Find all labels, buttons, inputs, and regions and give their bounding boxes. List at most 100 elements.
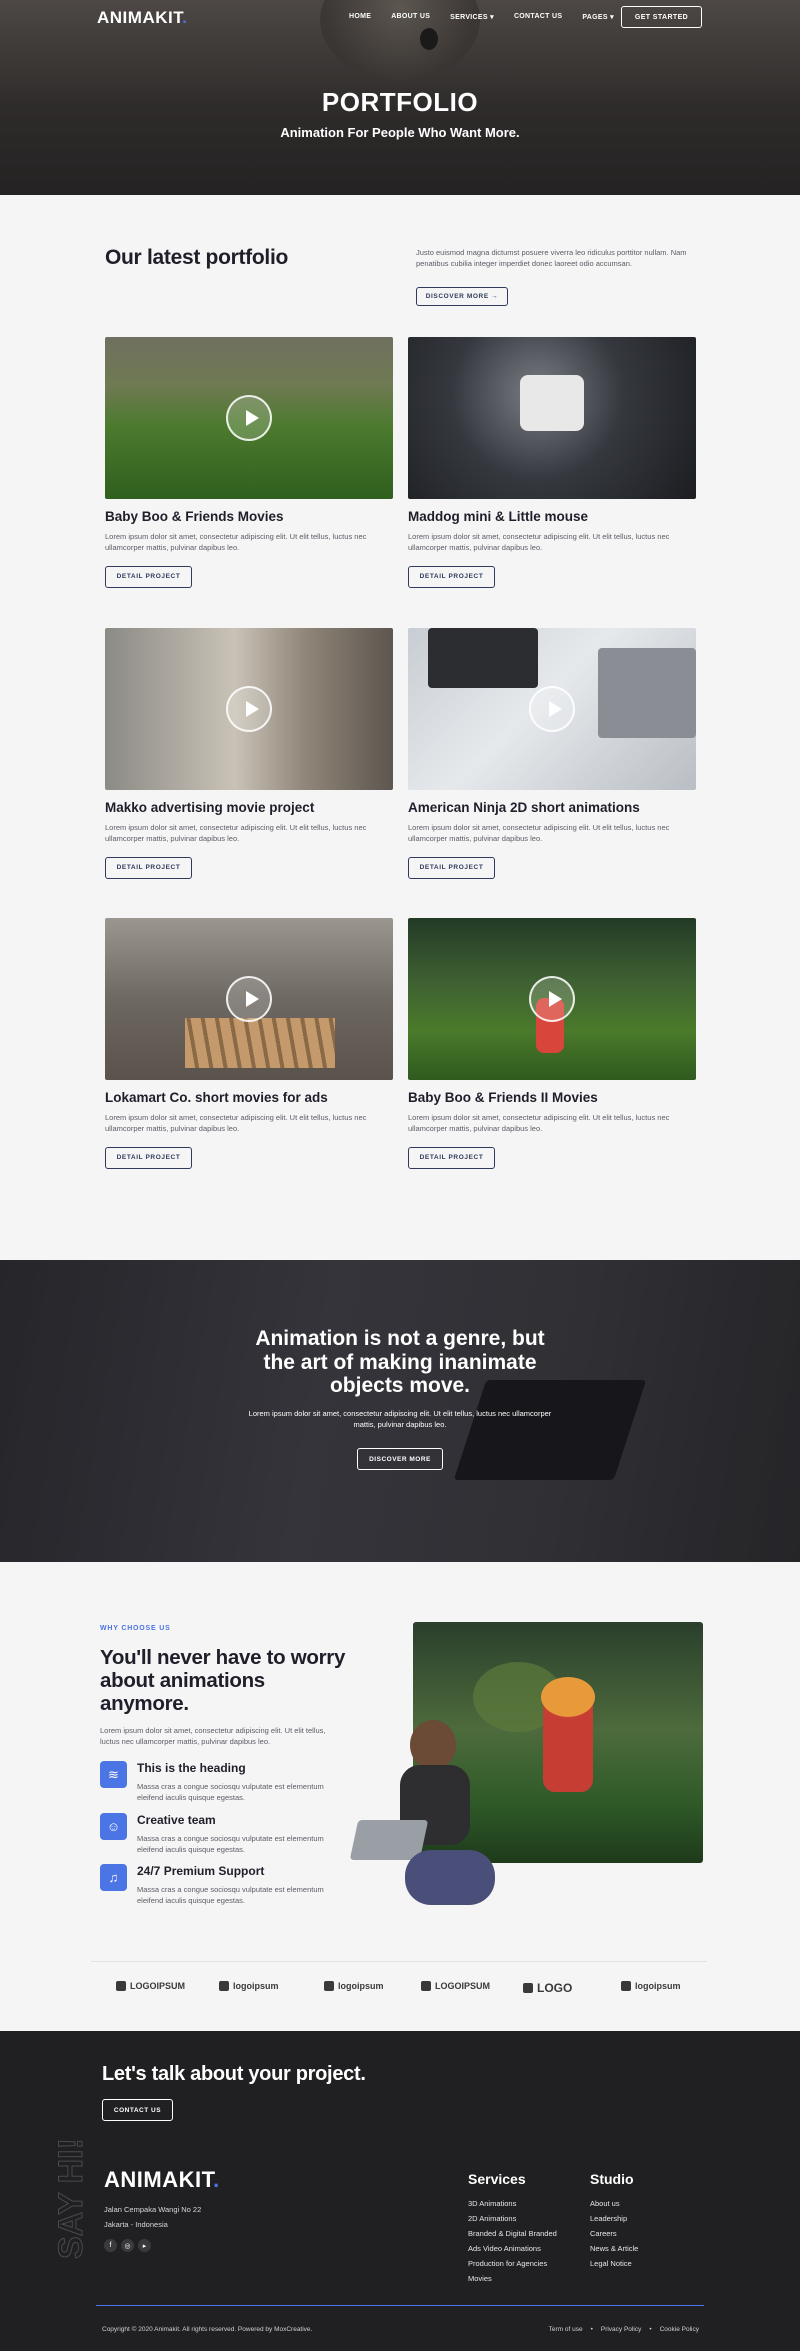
- footer-link[interactable]: Careers: [590, 2226, 638, 2241]
- portfolio-title[interactable]: Maddog mini & Little mouse: [408, 509, 696, 524]
- contact-us-button[interactable]: CONTACT US: [102, 2099, 173, 2121]
- team-icon: ☺: [100, 1813, 127, 1840]
- portfolio-image[interactable]: [105, 918, 393, 1080]
- play-icon[interactable]: [226, 976, 272, 1022]
- footer-logo[interactable]: ANIMAKIT.: [104, 2167, 220, 2193]
- services-heading: Services: [468, 2171, 526, 2187]
- footer-link[interactable]: 2D Animations: [468, 2211, 557, 2226]
- client-logo: LOGO: [523, 1981, 572, 1995]
- logo-mark-icon: [116, 1981, 126, 1991]
- detail-project-button[interactable]: DETAIL PROJECT: [408, 565, 495, 588]
- footer-link[interactable]: Branded & Digital Branded: [468, 2226, 557, 2241]
- portfolio-image[interactable]: [408, 918, 696, 1080]
- feature-title: Creative team: [137, 1813, 216, 1827]
- logo-mark-icon: [621, 1981, 631, 1991]
- logo-mark-icon: [421, 1981, 431, 1991]
- client-logos: LOGOIPSUM logoipsum logoipsum LOGOIPSUM …: [91, 1961, 707, 2021]
- portfolio-card: Maddog mini & Little mouse Lorem ipsum d…: [408, 337, 696, 588]
- portfolio-desc: Lorem ipsum dolor sit amet, consectetur …: [105, 532, 367, 553]
- feature-title: 24/7 Premium Support: [137, 1864, 265, 1878]
- detail-project-button[interactable]: DETAIL PROJECT: [408, 856, 495, 879]
- feature-desc: Massa cras a congue sociosqu vulputate e…: [137, 1885, 324, 1906]
- cta-heading: Let's talk about your project.: [102, 2063, 366, 2085]
- character-illustration: [349, 1710, 500, 1915]
- footer-link[interactable]: Leadership: [590, 2211, 638, 2226]
- footer-link[interactable]: About us: [590, 2196, 638, 2211]
- portfolio-image[interactable]: [105, 337, 393, 499]
- client-logo: logoipsum: [219, 1981, 279, 1991]
- portfolio-card: American Ninja 2D short animations Lorem…: [408, 628, 696, 879]
- portfolio-title[interactable]: Baby Boo & Friends Movies: [105, 509, 393, 524]
- copyright: Copyright © 2020 Animakit. All rights re…: [102, 2326, 313, 2333]
- portfolio-desc: Lorem ipsum dolor sit amet, consectetur …: [408, 532, 670, 553]
- arrow-right-icon: →: [491, 293, 499, 300]
- terms-link[interactable]: Term of use: [549, 2326, 583, 2333]
- portfolio-desc: Lorem ipsum dolor sit amet, consectetur …: [105, 1113, 367, 1134]
- services-links: 3D Animations 2D Animations Branded & Di…: [468, 2196, 557, 2286]
- portfolio-title[interactable]: Makko advertising movie project: [105, 800, 393, 815]
- footer-link[interactable]: Movies: [468, 2271, 557, 2286]
- logo-mark-icon: [324, 1981, 334, 1991]
- footer-link[interactable]: Legal Notice: [590, 2256, 638, 2271]
- play-icon[interactable]: [529, 686, 575, 732]
- brand-logo[interactable]: ANIMAKIT.: [97, 8, 187, 28]
- nav-services[interactable]: SERVICES ▾: [450, 13, 494, 21]
- portfolio-image[interactable]: [408, 337, 696, 499]
- discover-more-button[interactable]: DISCOVER MORE →: [416, 287, 508, 306]
- client-logo: LOGOIPSUM: [116, 1981, 185, 1991]
- facebook-icon[interactable]: f: [104, 2239, 117, 2252]
- say-hi-text: SAY HI!: [52, 2138, 90, 2259]
- portfolio-heading: Our latest portfolio: [105, 246, 289, 269]
- get-started-button[interactable]: GET STARTED: [621, 6, 702, 28]
- portfolio-image[interactable]: [105, 628, 393, 790]
- instagram-icon[interactable]: ◎: [121, 2239, 134, 2252]
- chevron-down-icon: ▾: [610, 14, 614, 21]
- page-title: PORTFOLIO: [321, 87, 479, 117]
- nav-about[interactable]: ABOUT US: [391, 13, 430, 21]
- nav-pages[interactable]: PAGES ▾: [582, 13, 614, 21]
- studio-links: About us Leadership Careers News & Artic…: [590, 2196, 638, 2271]
- footer-link[interactable]: 3D Animations: [468, 2196, 557, 2211]
- play-icon[interactable]: [226, 395, 272, 441]
- address-line: Jakarta - Indonesia: [104, 2220, 168, 2229]
- footer-link[interactable]: News & Article: [590, 2241, 638, 2256]
- portfolio-card: Baby Boo & Friends Movies Lorem ipsum do…: [105, 337, 393, 588]
- footer: SAY HI! Let's talk about your project. C…: [0, 2031, 800, 2351]
- why-desc: Lorem ipsum dolor sit amet, consectetur …: [100, 1726, 326, 1747]
- footer-link[interactable]: Production for Agencies: [468, 2256, 557, 2271]
- portfolio-title[interactable]: Baby Boo & Friends II Movies: [408, 1090, 696, 1105]
- portfolio-desc: Lorem ipsum dolor sit amet, consectetur …: [408, 1113, 670, 1134]
- nav-contact[interactable]: CONTACT US: [514, 13, 562, 21]
- client-logo: logoipsum: [324, 1981, 384, 1991]
- portfolio-title[interactable]: Lokamart Co. short movies for ads: [105, 1090, 393, 1105]
- privacy-link[interactable]: Privacy Policy: [601, 2326, 641, 2333]
- client-logo: LOGOIPSUM: [421, 1981, 490, 1991]
- portfolio-title[interactable]: American Ninja 2D short animations: [408, 800, 696, 815]
- portfolio-card: Makko advertising movie project Lorem ip…: [105, 628, 393, 879]
- feature-desc: Massa cras a congue sociosqu vulputate e…: [137, 1782, 324, 1803]
- detail-project-button[interactable]: DETAIL PROJECT: [105, 856, 192, 879]
- detail-project-button[interactable]: DETAIL PROJECT: [105, 1146, 192, 1169]
- portfolio-card: Lokamart Co. short movies for ads Lorem …: [105, 918, 393, 1169]
- portfolio-intro: Justo euismod magna dictumst posuere viv…: [416, 248, 687, 269]
- banner-title: Animation is not a genre, but the art of…: [255, 1327, 545, 1398]
- youtube-icon[interactable]: ▸: [138, 2239, 151, 2252]
- play-icon[interactable]: [529, 976, 575, 1022]
- detail-project-button[interactable]: DETAIL PROJECT: [408, 1146, 495, 1169]
- portfolio-image[interactable]: [408, 628, 696, 790]
- nav-home[interactable]: HOME: [349, 13, 371, 21]
- footer-link[interactable]: Ads Video Animations: [468, 2241, 557, 2256]
- client-logo: logoipsum: [621, 1981, 681, 1991]
- logo-mark-icon: [523, 1983, 533, 1993]
- cookie-link[interactable]: Cookie Policy: [660, 2326, 699, 2333]
- logo-mark-icon: [219, 1981, 229, 1991]
- banner-discover-button[interactable]: DISCOVER MORE: [357, 1448, 443, 1470]
- chevron-down-icon: ▾: [490, 14, 494, 21]
- play-icon[interactable]: [226, 686, 272, 732]
- quote-banner: Animation is not a genre, but the art of…: [0, 1260, 800, 1562]
- portfolio-desc: Lorem ipsum dolor sit amet, consectetur …: [408, 823, 670, 844]
- studio-heading: Studio: [590, 2171, 634, 2187]
- feature-desc: Massa cras a congue sociosqu vulputate e…: [137, 1834, 324, 1855]
- hero-section: ANIMAKIT. HOME ABOUT US SERVICES ▾ CONTA…: [0, 0, 800, 195]
- detail-project-button[interactable]: DETAIL PROJECT: [105, 565, 192, 588]
